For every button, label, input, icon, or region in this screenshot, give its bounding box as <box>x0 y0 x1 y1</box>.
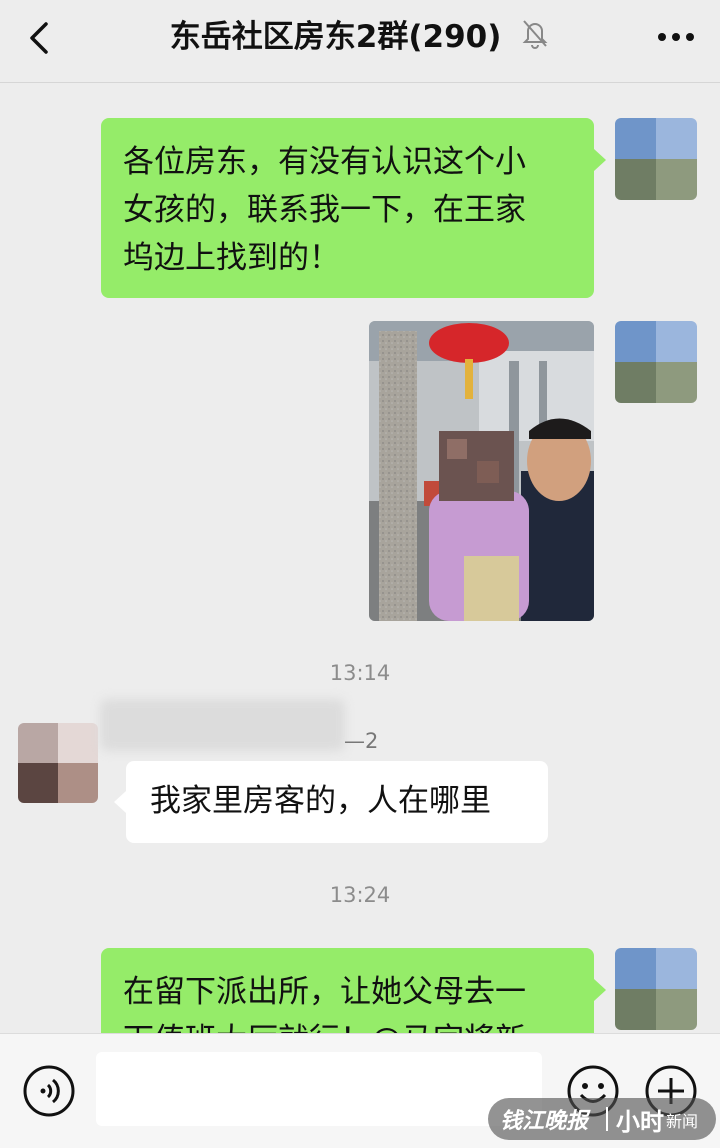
chat-title-wrap: 东岳社区房东2群(290) <box>0 14 720 62</box>
message-input[interactable] <box>96 1052 542 1126</box>
message-photo[interactable] <box>369 321 594 621</box>
message-timestamp: 13:14 <box>329 661 391 685</box>
news-watermark: 钱江晚报 小时 新闻 <box>488 1098 716 1140</box>
message-line: 下值班大厅就行！@马宗将新 <box>123 1016 572 1033</box>
my-avatar[interactable] <box>615 948 697 1030</box>
my-avatar[interactable] <box>615 321 697 403</box>
bubble-tail <box>594 979 606 1001</box>
chat-header: 东岳社区房东2群(290) <box>0 0 720 83</box>
sender-avatar[interactable] <box>18 723 98 803</box>
message-timestamp: 13:24 <box>329 883 391 907</box>
voice-icon <box>23 1065 75 1117</box>
photo-image <box>369 321 594 621</box>
bell-slash-icon <box>520 16 550 62</box>
message-line: 女孩的，联系我一下，在王家 <box>123 192 526 228</box>
my-avatar[interactable] <box>615 118 697 200</box>
bubble-tail <box>594 149 606 171</box>
bubble-tail <box>114 791 126 813</box>
message-line: 坞边上找到的！ <box>123 240 340 276</box>
ellipsis-icon <box>658 33 694 41</box>
watermark-brand: 钱江晚报 <box>500 1108 589 1134</box>
sender-name-suffix: —2 <box>344 729 379 753</box>
voice-button[interactable] <box>22 1064 76 1118</box>
message-line: 在留下派出所，让她父母去一 <box>123 974 526 1010</box>
sender-name: —2 <box>100 695 380 753</box>
more-button[interactable] <box>654 22 698 52</box>
message-bubble-sent[interactable]: 各位房东，有没有认识这个小 女孩的，联系我一下，在王家 坞边上找到的！ <box>101 118 594 298</box>
blurred-sender-name <box>100 699 345 751</box>
chat-message-list[interactable]: 各位房东，有没有认识这个小 女孩的，联系我一下，在王家 坞边上找到的！ 13:1… <box>0 83 720 1033</box>
message-text: 我家里房客的，人在哪里 <box>150 783 491 819</box>
watermark-news: 新闻 <box>666 1112 699 1131</box>
watermark-brand2: 小时 <box>616 1108 664 1136</box>
chat-title: 东岳社区房东2群(290) <box>169 19 502 55</box>
watermark-divider <box>606 1107 608 1131</box>
message-line: 各位房东，有没有认识这个小 <box>123 144 526 180</box>
message-bubble-sent[interactable]: 在留下派出所，让她父母去一 下值班大厅就行！@马宗将新 <box>101 948 594 1033</box>
message-bubble-received[interactable]: 我家里房客的，人在哪里 <box>126 761 548 843</box>
